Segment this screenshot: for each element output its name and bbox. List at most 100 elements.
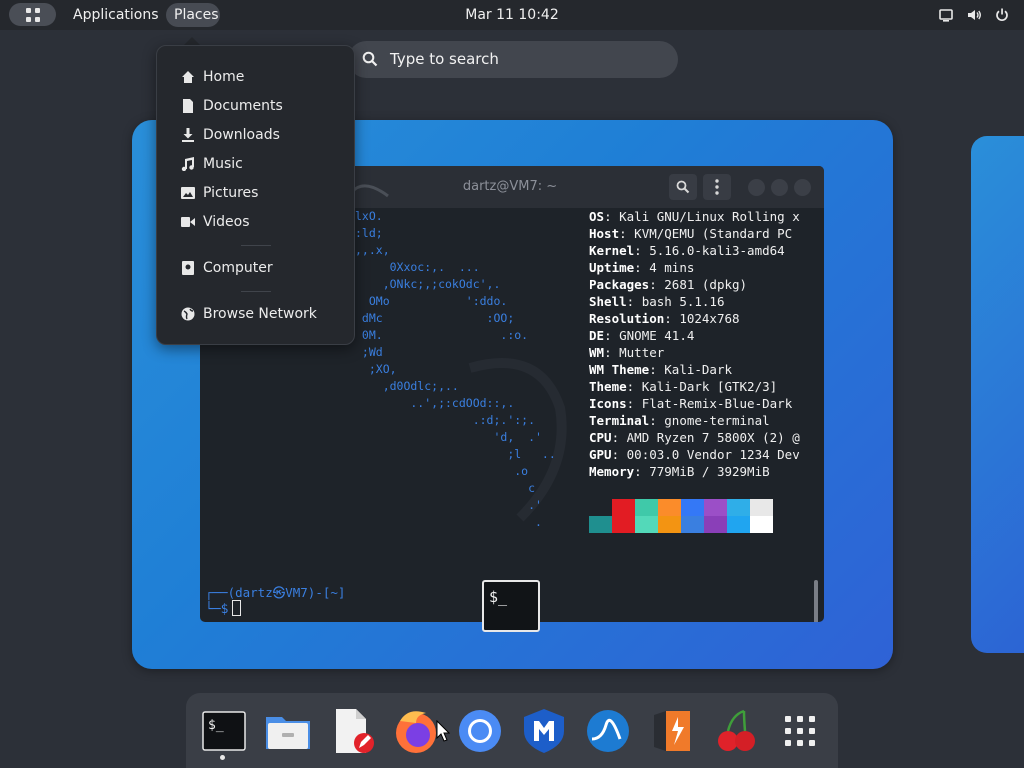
terminal-icon[interactable]: $_ <box>200 707 248 755</box>
ascii-line: 0Xxoc:,. ... <box>355 260 480 274</box>
terminal-app-badge: $_ <box>482 580 540 632</box>
ascii-line: ,ONkc;,;cokOdc',. <box>355 277 501 291</box>
ascii-line: ,d0Odlc;,.. <box>355 379 459 393</box>
info-colon: : <box>604 345 620 360</box>
ascii-line: .:d;.':;. <box>355 413 536 427</box>
info-key: Memory <box>589 464 635 479</box>
burpsuite-icon[interactable] <box>648 707 696 755</box>
places-item-documents[interactable]: Documents <box>181 95 283 117</box>
color-swatch <box>681 516 704 533</box>
ascii-line: :ld; <box>355 226 383 240</box>
places-item-label: Pictures <box>203 185 259 201</box>
places-item-network[interactable]: Browse Network <box>181 303 317 325</box>
places-item-home[interactable]: Home <box>181 66 244 88</box>
grid-icon <box>25 7 40 22</box>
places-item-downloads[interactable]: Downloads <box>181 124 280 146</box>
firefox-icon[interactable] <box>392 707 440 755</box>
drive-icon <box>181 261 195 275</box>
volume-icon[interactable] <box>966 7 982 23</box>
terminal-scrollbar[interactable] <box>814 580 818 622</box>
info-row: Shell: bash 5.1.16 <box>589 293 800 310</box>
places-menu-label: Places <box>174 7 219 23</box>
places-item-label: Downloads <box>203 127 280 143</box>
video-icon <box>181 215 195 229</box>
info-row: Host: KVM/QEMU (Standard PC <box>589 225 800 242</box>
places-item-computer[interactable]: Computer <box>181 257 273 279</box>
system-tray[interactable] <box>938 7 1010 23</box>
info-key: Shell <box>589 294 627 309</box>
ascii-line: ;l .. <box>355 447 556 461</box>
info-key: CPU <box>589 430 612 445</box>
color-swatch <box>750 499 773 516</box>
wireshark-icon[interactable] <box>584 707 632 755</box>
text-editor-icon[interactable] <box>328 707 376 755</box>
info-value: bash 5.1.16 <box>641 294 725 309</box>
power-icon[interactable] <box>994 7 1010 23</box>
info-colon: : <box>626 379 642 394</box>
files-icon[interactable] <box>264 707 312 755</box>
info-value: 5.16.0-kali3-amd64 <box>649 243 785 258</box>
color-swatch <box>612 499 635 516</box>
app-grid-icon[interactable] <box>776 707 824 755</box>
terminal-search-button[interactable] <box>669 174 697 200</box>
search-box[interactable]: Type to search <box>348 41 678 78</box>
dock: $_ <box>186 693 838 768</box>
globe-icon <box>181 307 195 321</box>
activities-button[interactable] <box>9 3 56 26</box>
cherrytree-icon[interactable] <box>712 707 760 755</box>
maximize-button[interactable] <box>771 179 788 196</box>
ascii-line: 0M. .:o. <box>355 328 529 342</box>
info-value: KVM/QEMU (Standard PC <box>634 226 793 241</box>
info-key: Theme <box>589 379 627 394</box>
info-colon: : <box>604 209 620 224</box>
ascii-line: ..',;:cdOOd::,. <box>355 396 515 410</box>
info-colon: : <box>634 464 650 479</box>
color-swatch <box>704 499 727 516</box>
places-item-label: Computer <box>203 260 273 276</box>
prompt-line: ┌──(dartz㉿VM7)-[~] <box>205 585 346 600</box>
info-colon: : <box>649 362 665 377</box>
kebab-menu-icon <box>715 179 719 195</box>
places-item-label: Browse Network <box>203 306 317 322</box>
info-row: DE: GNOME 41.4 <box>589 327 800 344</box>
info-row: Icons: Flat-Remix-Blue-Dark <box>589 395 800 412</box>
terminal-menu-button[interactable] <box>703 174 731 200</box>
color-swatch <box>589 499 612 516</box>
info-value: 00:03.0 Vendor 1234 Dev <box>626 447 800 462</box>
ascii-line: ;Wd <box>355 345 383 359</box>
info-value: GNOME 41.4 <box>619 328 695 343</box>
places-item-music[interactable]: Music <box>181 153 243 175</box>
info-row: Packages: 2681 (dpkg) <box>589 276 800 293</box>
metasploit-icon[interactable] <box>520 707 568 755</box>
info-key: WM Theme <box>589 362 650 377</box>
places-item-videos[interactable]: Videos <box>181 211 250 233</box>
info-colon: : <box>649 413 665 428</box>
places-item-pictures[interactable]: Pictures <box>181 182 258 204</box>
color-swatch <box>658 499 681 516</box>
document-icon <box>181 99 195 113</box>
prompt-input[interactable]: └─$ <box>205 600 242 617</box>
info-row: Theme: Kali-Dark [GTK2/3] <box>589 378 800 395</box>
info-value: gnome-terminal <box>664 413 770 428</box>
music-icon <box>181 157 195 171</box>
places-menu: Home Documents Downloads Music Pictures … <box>156 45 355 345</box>
search-icon <box>362 51 378 67</box>
ascii-line: ;XO, <box>355 362 397 376</box>
info-colon: : <box>634 243 650 258</box>
search-input[interactable]: Type to search <box>390 41 499 78</box>
chromium-icon[interactable] <box>456 707 504 755</box>
close-button[interactable] <box>794 179 811 196</box>
info-value: Mutter <box>619 345 665 360</box>
picture-icon <box>181 186 195 200</box>
next-workspace-preview[interactable] <box>971 136 1024 653</box>
info-key: Icons <box>589 396 627 411</box>
applications-menu[interactable]: Applications <box>73 0 159 30</box>
ascii-line: 'd, .' <box>355 430 542 444</box>
screen-icon[interactable] <box>938 7 954 23</box>
mouse-pointer-icon <box>436 720 450 742</box>
info-value: 1024x768 <box>679 311 740 326</box>
info-value: 779MiB / 3929MiB <box>649 464 770 479</box>
minimize-button[interactable] <box>748 179 765 196</box>
places-item-label: Home <box>203 69 245 85</box>
color-swatch <box>727 499 750 516</box>
